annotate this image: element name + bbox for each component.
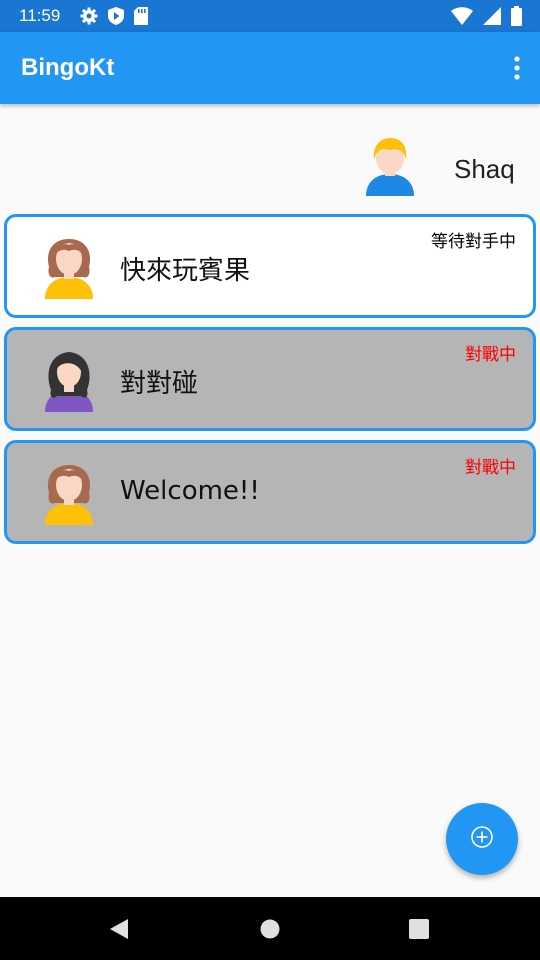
battery-icon <box>511 6 522 26</box>
app-title: BingoKt <box>21 54 115 81</box>
sd-card-icon <box>134 7 148 25</box>
room-card[interactable]: Welcome!! 對戰中 <box>4 440 536 544</box>
profile-name: Shaq <box>454 154 515 184</box>
add-room-button[interactable] <box>446 803 518 875</box>
girl-black-hair-avatar <box>39 350 99 412</box>
more-vert-icon[interactable] <box>510 54 524 82</box>
room-name: Welcome!! <box>120 476 260 506</box>
status-bar: 11:59 <box>0 0 540 32</box>
app-bar: BingoKt <box>0 32 540 104</box>
room-name: 快來玩賓果 <box>120 256 251 286</box>
wifi-icon <box>451 7 473 25</box>
room-card[interactable]: 快來玩賓果 等待對手中 <box>4 214 536 318</box>
nav-bar <box>0 897 540 960</box>
recents-icon[interactable] <box>409 919 429 943</box>
profile-avatar[interactable] <box>362 138 418 196</box>
status-time: 11:59 <box>19 6 61 25</box>
room-status: 對戰中 <box>465 458 516 478</box>
status-icons-right <box>451 6 522 26</box>
gear-icon <box>80 7 98 25</box>
room-card[interactable]: 對對碰 對戰中 <box>4 327 536 431</box>
room-name: 對對碰 <box>120 369 199 399</box>
room-status: 對戰中 <box>465 345 516 365</box>
home-icon[interactable] <box>259 918 281 944</box>
status-icons-left <box>80 6 148 26</box>
room-list: 快來玩賓果 等待對手中 對對碰 對戰中 Welcome!! 對戰中 <box>4 214 536 553</box>
girl-brown-hair-avatar <box>39 463 99 525</box>
back-icon[interactable] <box>108 918 130 944</box>
add-circle-icon <box>470 825 494 853</box>
signal-icon <box>483 7 501 25</box>
girl-brown-hair-avatar <box>39 237 99 299</box>
room-status: 等待對手中 <box>431 232 516 252</box>
shield-play-icon <box>108 7 124 25</box>
